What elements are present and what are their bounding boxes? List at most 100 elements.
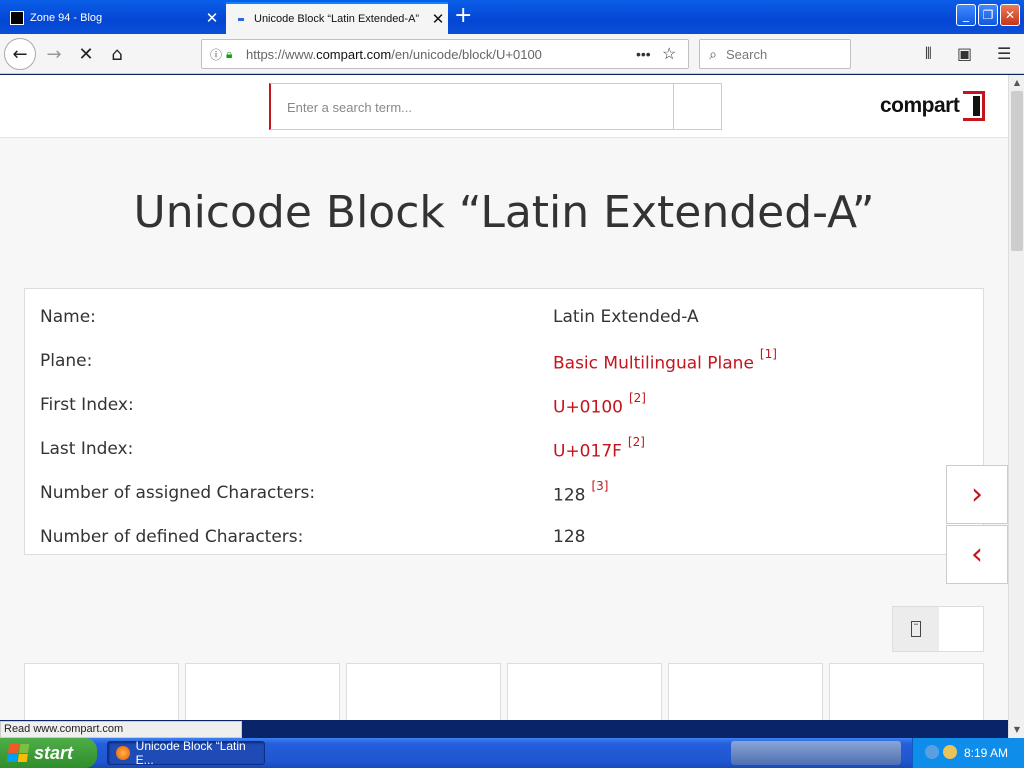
system-tray: 8:19 AM <box>912 738 1024 768</box>
info-value-wrap: 128 [3] <box>553 479 608 506</box>
plane-link[interactable]: Basic Multilingual Plane [1] <box>553 347 777 374</box>
restore-button[interactable]: ❐ <box>978 4 998 26</box>
web-page: Enter a search term... compart Unicode B… <box>0 75 1008 720</box>
character-tile[interactable] <box>24 663 179 720</box>
info-row-defined: Number of defined Characters: 128 <box>25 513 983 557</box>
info-row-last-index: Last Index: U+017F [2] <box>25 425 983 469</box>
media-player-toolbar[interactable] <box>731 741 901 765</box>
character-grid <box>24 663 984 720</box>
windows-flag-icon <box>6 744 30 762</box>
info-key: Number of defined Characters: <box>40 527 304 547</box>
navigation-toolbar: ← → ✕ ⌂ ⓘ 🔒︎ https://www.compart.com/en/… <box>0 34 1024 74</box>
footnote-ref[interactable]: [2] <box>628 435 645 449</box>
previous-block-button[interactable]: ‹ <box>946 525 1008 584</box>
taskbar-item-label: Unicode Block “Latin E... <box>135 739 246 767</box>
info-row-assigned: Number of assigned Characters: 128 [3] <box>25 469 983 513</box>
browser-search-input[interactable]: ⌕ Search <box>699 39 851 69</box>
url-domain: compart.com <box>316 46 392 62</box>
forward-button[interactable]: → <box>38 38 70 70</box>
scroll-up-icon[interactable]: ▲ <box>1009 75 1024 91</box>
vertical-scrollbar[interactable]: ▲ ▼ <box>1008 75 1024 738</box>
character-tile[interactable] <box>829 663 984 720</box>
character-tile[interactable] <box>507 663 662 720</box>
url-path: /en/unicode/block/U+0100 <box>391 46 542 62</box>
close-window-button[interactable]: ✕ <box>1000 4 1020 26</box>
logo-mark-icon <box>963 91 986 121</box>
tab-zone94-blog[interactable]: Zone 94 - Blog ✕ <box>0 2 222 34</box>
tab-unicode-block[interactable]: Unicode Block “Latin Extended-A” ✕ <box>226 2 448 34</box>
footnote-ref[interactable]: [1] <box>760 347 777 361</box>
network-icon[interactable] <box>925 745 939 759</box>
taskbar: start Unicode Block “Latin E... 8:19 AM <box>0 738 1024 768</box>
tab-label: Zone 94 - Blog <box>30 12 103 24</box>
character-tile[interactable] <box>346 663 501 720</box>
character-tile[interactable] <box>668 663 823 720</box>
chevron-left-icon: ‹ <box>971 537 983 572</box>
info-row-plane: Plane: Basic Multilingual Plane [1] <box>25 337 983 381</box>
grid-view-icon: ꟷ <box>911 621 921 637</box>
block-info-table: Name: Latin Extended-A Plane: Basic Mult… <box>24 288 984 555</box>
close-tab-icon[interactable]: ✕ <box>428 10 448 28</box>
home-button[interactable]: ⌂ <box>101 38 133 70</box>
sidebar-icon[interactable]: ▣ <box>957 44 972 63</box>
logo-text: compart <box>880 94 960 117</box>
info-value[interactable]: Basic Multilingual Plane <box>553 354 754 374</box>
taskbar-item-firefox[interactable]: Unicode Block “Latin E... <box>107 739 265 767</box>
bookmark-star-icon[interactable]: ☆ <box>662 44 688 64</box>
library-icon[interactable]: ⫴ <box>925 44 932 64</box>
url-text[interactable]: https://www.compart.com/en/unicode/block… <box>242 47 636 62</box>
info-value: 128 <box>553 527 586 547</box>
scroll-down-icon[interactable]: ▼ <box>1009 722 1024 738</box>
page-actions-icon[interactable]: ••• <box>636 46 662 62</box>
footnote-ref[interactable]: [2] <box>629 391 646 405</box>
compart-logo[interactable]: compart <box>880 91 986 121</box>
last-index-link[interactable]: U+017F [2] <box>553 435 645 462</box>
list-view-button[interactable] <box>939 607 983 651</box>
site-search-button[interactable] <box>673 83 722 130</box>
info-key: Name: <box>40 307 96 327</box>
arrow-right-icon: → <box>46 43 62 65</box>
status-text: Read www.compart.com <box>0 721 242 738</box>
next-block-button[interactable]: › <box>946 465 1008 524</box>
info-value[interactable]: U+0100 <box>553 398 623 418</box>
info-key: Number of assigned Characters: <box>40 483 316 503</box>
character-tile[interactable] <box>185 663 340 720</box>
search-placeholder: Search <box>726 46 768 62</box>
view-toggle: ꟷ <box>892 606 984 652</box>
chevron-right-icon: › <box>971 477 983 512</box>
site-search-input[interactable]: Enter a search term... <box>269 83 674 130</box>
start-button[interactable]: start <box>0 738 97 768</box>
back-button[interactable]: ← <box>4 38 36 70</box>
url-prefix: https://www. <box>246 46 317 62</box>
info-value: Latin Extended-A <box>553 307 699 327</box>
arrow-left-icon: ← <box>12 43 28 65</box>
stop-button[interactable]: ✕ <box>70 38 102 70</box>
home-icon: ⌂ <box>111 43 123 65</box>
menu-icon[interactable]: ☰ <box>997 44 1011 63</box>
first-index-link[interactable]: U+0100 [2] <box>553 391 646 418</box>
grid-view-button[interactable]: ꟷ <box>893 607 939 651</box>
tab-label: Unicode Block “Latin Extended-A” <box>254 13 420 25</box>
close-icon: ✕ <box>78 43 94 65</box>
info-value: 128 <box>553 485 586 506</box>
info-row-name: Name: Latin Extended-A <box>25 293 983 337</box>
info-key: Plane: <box>40 351 93 371</box>
info-icon[interactable]: ⓘ <box>206 46 226 63</box>
volume-icon[interactable] <box>943 745 957 759</box>
page-title: Unicode Block “Latin Extended-A” <box>133 187 875 238</box>
info-key: Last Index: <box>40 439 134 459</box>
start-label: start <box>34 742 74 763</box>
firefox-icon <box>116 746 130 760</box>
new-tab-button[interactable]: + <box>454 4 472 28</box>
scroll-thumb[interactable] <box>1011 91 1023 251</box>
info-value[interactable]: U+017F <box>553 442 622 462</box>
close-tab-icon[interactable]: ✕ <box>202 9 222 27</box>
browser-titlebar: Zone 94 - Blog ✕ Unicode Block “Latin Ex… <box>0 0 1024 34</box>
info-key: First Index: <box>40 395 134 415</box>
footnote-ref[interactable]: [3] <box>591 479 608 493</box>
address-bar[interactable]: ⓘ 🔒︎ https://www.compart.com/en/unicode/… <box>201 39 689 69</box>
minimize-button[interactable]: _ <box>956 4 976 26</box>
tab-loading-icon <box>238 17 244 21</box>
clock[interactable]: 8:19 AM <box>964 746 1008 760</box>
lock-icon: 🔒︎ <box>226 46 233 61</box>
